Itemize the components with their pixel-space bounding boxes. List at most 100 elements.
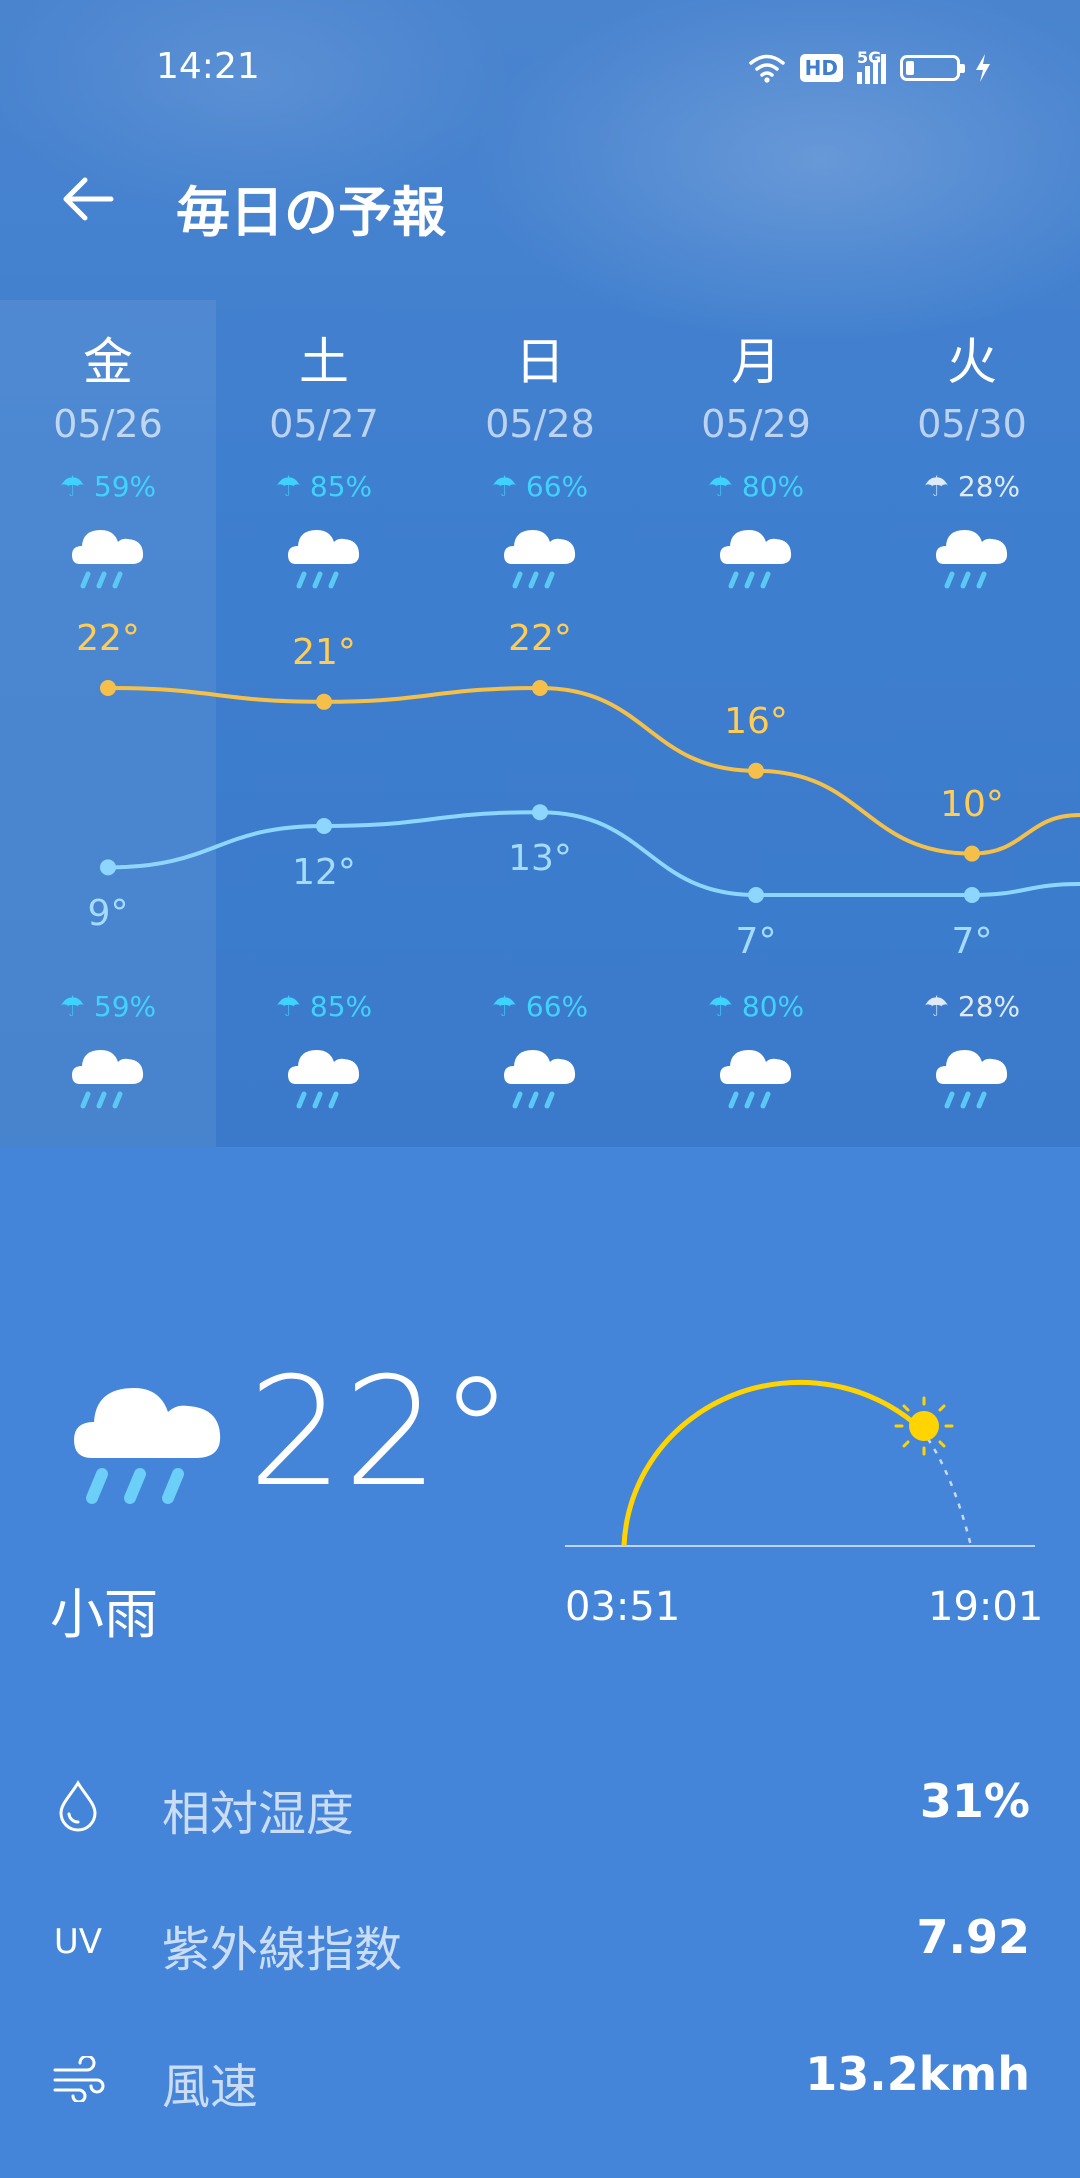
- date-label: 05/30: [917, 402, 1027, 446]
- low-temp-label: 13°: [508, 838, 572, 880]
- metric-value: 13.2kmh: [805, 2047, 1030, 2101]
- high-temp-point: [964, 845, 980, 862]
- sun-path: [560, 1350, 1040, 1564]
- rain-cloud-icon: [216, 1036, 432, 1114]
- rain-cloud-icon: [864, 1036, 1080, 1114]
- status-icons: HD 5G: [748, 48, 992, 88]
- signal-icon: 5G: [857, 48, 886, 84]
- high-temp-label: 16°: [724, 700, 788, 742]
- uv-icon-text: UV: [53, 1922, 103, 1962]
- precip-probability: ☂ 85%: [275, 470, 373, 503]
- uv-icon: UV: [48, 1914, 108, 1970]
- precip-value: 66%: [525, 470, 589, 503]
- back-button[interactable]: [52, 164, 122, 234]
- sunset-time: 19:01: [928, 1584, 1044, 1630]
- high-temp-point: [532, 680, 548, 696]
- daily-forecast-panel: 14:21 HD 5G 毎日の予報 金 05/26 土 05/27 日 05/2…: [0, 0, 1080, 1147]
- low-temp-point: [100, 859, 116, 876]
- metric-row-wind: 風速 13.2kmh: [0, 2027, 1080, 2127]
- temperature-chart: 22° 21° 22° 16° 10° 9° 12° 13° 7° 7°: [0, 600, 1080, 980]
- weekday-label: 金: [83, 333, 133, 391]
- hd-badge: HD: [799, 54, 843, 82]
- precip-value: 59%: [93, 470, 157, 503]
- day-column[interactable]: 月 05/29: [648, 322, 864, 446]
- sun-icon: [894, 1396, 954, 1456]
- high-temp-label: 22°: [508, 618, 572, 659]
- battery-icon: [900, 55, 965, 81]
- low-temp-point: [748, 887, 764, 903]
- page-title: 毎日の予報: [176, 181, 446, 244]
- precip-value: 80%: [741, 990, 805, 1023]
- metric-value: 7.92: [916, 1910, 1031, 1964]
- precip-value: 28%: [957, 990, 1021, 1023]
- rain-cloud-icon: [432, 516, 648, 594]
- precip-value: 59%: [93, 990, 157, 1023]
- rain-cloud-icon: [648, 1036, 864, 1114]
- low-temp-point: [316, 818, 332, 834]
- low-temp-label: 9°: [87, 893, 129, 935]
- low-temp-point: [532, 804, 548, 821]
- rain-cloud-icon: [432, 1036, 648, 1114]
- precip-probability: ☂ 66%: [491, 990, 589, 1023]
- precip-probability: ☂ 80%: [707, 470, 805, 503]
- rain-cloud-icon: [70, 1360, 226, 1524]
- precip-value: 85%: [309, 990, 373, 1023]
- date-label: 05/28: [485, 402, 595, 446]
- date-label: 05/29: [701, 402, 811, 446]
- current-condition: 小雨: [50, 1583, 158, 1646]
- low-temp-label: 7°: [951, 921, 993, 962]
- metric-row-humidity: 相対湿度 31%: [0, 1754, 1080, 1854]
- metric-label: 風速: [162, 2059, 259, 2115]
- app-header: 毎日の予報: [0, 140, 1080, 260]
- day-column[interactable]: 土 05/27: [216, 322, 432, 446]
- high-temp-line: [107, 685, 1080, 856]
- low-temp-label: 12°: [292, 852, 356, 893]
- current-temperature: 22°: [248, 1346, 514, 1520]
- rain-cloud-icon: [648, 516, 864, 594]
- precip-value: 66%: [525, 990, 589, 1023]
- precip-probability: ☂ 28%: [923, 470, 1021, 503]
- current-weather-panel: [0, 1147, 1080, 2178]
- charging-icon: [976, 54, 990, 82]
- day-column[interactable]: 火 05/30: [864, 322, 1080, 446]
- weekday-label: 火: [947, 333, 997, 391]
- precip-value: 80%: [741, 470, 805, 503]
- network-type: 5G: [857, 48, 882, 67]
- date-label: 05/27: [269, 402, 379, 446]
- high-temp-point: [748, 762, 764, 779]
- wifi-icon: [748, 54, 785, 83]
- status-time: 14:21: [156, 46, 260, 87]
- back-arrow-icon: [63, 177, 114, 221]
- high-temp-label: 10°: [940, 783, 1004, 825]
- precip-probability: ☂ 66%: [491, 470, 589, 503]
- wind-icon: [48, 2051, 108, 2107]
- rain-cloud-icon: [0, 516, 216, 594]
- status-bar: 14:21 HD 5G: [0, 0, 1080, 140]
- sunrise-time: 03:51: [565, 1584, 681, 1630]
- precip-probability: ☂ 85%: [275, 990, 373, 1023]
- high-temp-point: [100, 680, 116, 696]
- high-temp-label: 22°: [76, 618, 140, 659]
- precip-probability: ☂ 28%: [923, 990, 1021, 1023]
- weekday-label: 日: [515, 333, 565, 391]
- day-column[interactable]: 日 05/28: [432, 322, 648, 446]
- low-temp-label: 7°: [735, 921, 777, 962]
- metric-label: 相対湿度: [162, 1786, 355, 1842]
- weekday-label: 土: [299, 333, 349, 391]
- weekday-label: 月: [731, 333, 781, 391]
- precip-probability: ☂ 59%: [59, 990, 157, 1023]
- date-label: 05/26: [53, 402, 163, 446]
- day-column[interactable]: 金 05/26: [0, 322, 216, 446]
- precip-probability: ☂ 59%: [59, 470, 157, 503]
- rain-cloud-icon: [0, 1036, 216, 1114]
- rain-cloud-icon: [864, 516, 1080, 594]
- rain-cloud-icon: [216, 516, 432, 594]
- precip-value: 85%: [309, 470, 373, 503]
- humidity-drop-icon: [48, 1778, 108, 1834]
- precip-probability: ☂ 80%: [707, 990, 805, 1023]
- metric-value: 31%: [919, 1774, 1030, 1828]
- high-temp-point: [316, 693, 332, 710]
- metric-label: 紫外線指数: [162, 1922, 403, 1978]
- low-temp-point: [964, 887, 980, 903]
- high-temp-label: 21°: [292, 631, 356, 673]
